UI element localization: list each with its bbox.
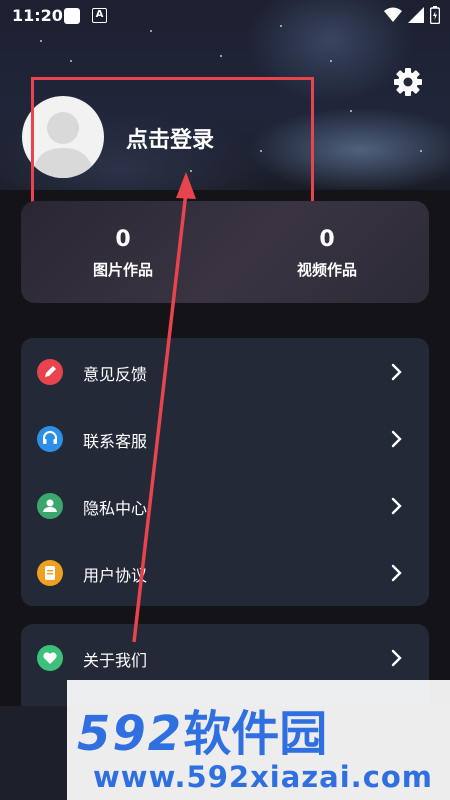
stat-images-count: 0: [115, 227, 131, 252]
pencil-icon: [37, 359, 63, 385]
keyboard-icon: A: [92, 8, 107, 23]
document-icon: [37, 560, 63, 586]
privacy-icon: [37, 493, 63, 519]
chevron-right-icon: [391, 649, 402, 667]
stat-videos[interactable]: 0 视频作品: [257, 227, 397, 280]
menu-item-label: 隐私中心: [83, 499, 148, 518]
stat-images-label: 图片作品: [92, 261, 153, 279]
menu-item-support[interactable]: 联系客服: [21, 405, 429, 472]
menu-item-agreement[interactable]: 用户协议: [21, 539, 429, 606]
menu-item-privacy[interactable]: 隐私中心: [21, 472, 429, 539]
stat-videos-count: 0: [319, 227, 335, 252]
headset-icon: [37, 426, 63, 452]
status-icons: [384, 6, 440, 24]
signal-icon: [408, 7, 424, 23]
notification-icon: [64, 8, 80, 24]
chevron-right-icon: [391, 497, 402, 515]
heart-icon: [37, 645, 63, 671]
screen: 11:20 A 点击登录 0 图片作品 0 视频作品 意见反馈 联系客服 隐私中…: [0, 0, 450, 800]
menu-item-label: 意见反馈: [83, 365, 148, 384]
settings-button[interactable]: [392, 66, 424, 98]
watermark-logo-text: 软件园: [183, 706, 328, 762]
status-time: 11:20: [12, 6, 63, 25]
watermark: 592软件园 www.592xiazai.com: [67, 680, 450, 800]
watermark-url: www.592xiazai.com: [93, 760, 434, 794]
menu-item-feedback[interactable]: 意见反馈: [21, 338, 429, 405]
menu-item-label: 用户协议: [83, 566, 148, 585]
stat-videos-label: 视频作品: [296, 261, 357, 279]
chevron-right-icon: [391, 564, 402, 582]
chevron-right-icon: [391, 363, 402, 381]
watermark-logo-number: 592: [77, 706, 184, 762]
menu-card: 意见反馈 联系客服 隐私中心 用户协议: [21, 338, 429, 606]
wifi-icon: [384, 7, 402, 22]
status-bar: 11:20 A: [0, 0, 450, 34]
gear-icon: [394, 68, 422, 96]
stat-images[interactable]: 0 图片作品: [53, 227, 193, 280]
battery-icon: [430, 6, 440, 24]
menu-item-label: 关于我们: [83, 651, 148, 670]
chevron-right-icon: [391, 430, 402, 448]
stats-card: 0 图片作品 0 视频作品: [21, 201, 429, 303]
watermark-logo: 592软件园: [77, 694, 327, 764]
menu-item-label: 联系客服: [83, 432, 148, 451]
